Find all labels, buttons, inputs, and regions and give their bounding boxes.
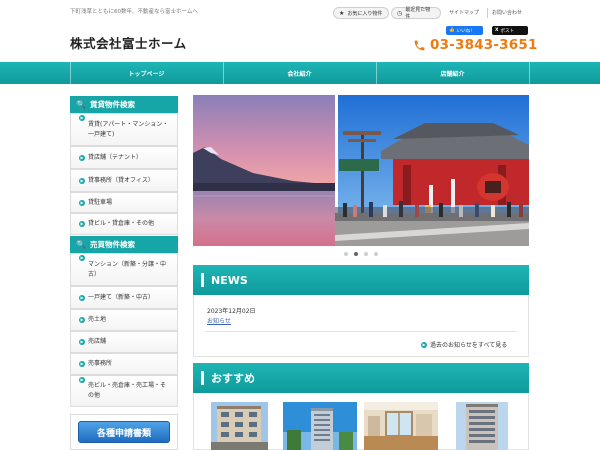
property-photo xyxy=(283,402,357,450)
sidebar-item-label: 売店舗 xyxy=(88,338,107,345)
slider-dot[interactable] xyxy=(364,252,368,256)
facebook-like-label: いいね！ xyxy=(456,28,475,34)
slider-dot[interactable] xyxy=(344,252,348,256)
sidebar-item-label: 貸ビル・貸倉庫・その他 xyxy=(88,220,155,227)
phone-number[interactable]: 03-3843-3651 xyxy=(413,37,538,53)
nav-item-label: 会社紹介 xyxy=(287,70,312,78)
x-post-label: ポスト xyxy=(500,28,514,34)
nav-item-label: トップページ xyxy=(128,70,165,78)
chevron-right-icon: ▶ xyxy=(79,177,85,184)
search-icon: 🔍 xyxy=(76,240,86,249)
site-title-logo[interactable]: 株式会社富士ホーム xyxy=(70,33,187,52)
x-logo-icon: X xyxy=(495,28,499,33)
hero-slider[interactable] xyxy=(193,95,529,246)
global-nav: トップページ 会社紹介 店舗紹介 xyxy=(0,62,600,84)
nav-item-company[interactable]: 会社紹介 xyxy=(223,62,376,84)
facebook-like-button[interactable]: 👍 いいね！ xyxy=(446,26,483,35)
news-date: 2023年12月02日 xyxy=(207,308,256,315)
search-icon: 🔍 xyxy=(76,100,86,109)
chevron-right-icon: ▶ xyxy=(79,361,85,367)
chevron-right-icon: ▶ xyxy=(79,221,85,227)
news-divider xyxy=(205,331,517,332)
chevron-right-icon: ▶ xyxy=(79,255,85,261)
property-photo xyxy=(211,402,268,450)
sidebar-item-label: 賃貸(アパート・マンション・一戸建て) xyxy=(88,120,169,138)
slider-dot[interactable] xyxy=(374,252,378,256)
contact-link[interactable]: お問い合わせ xyxy=(492,9,522,16)
favorites-button[interactable]: ★ お気に入り物件 xyxy=(333,7,389,19)
recommend-heading-label: おすすめ xyxy=(211,372,255,385)
sidebar-item-label: 貸店舗（テナント） xyxy=(88,153,143,161)
property-thumbnail[interactable] xyxy=(456,402,508,450)
sidebar-item-sale-land[interactable]: ▶ 売土地 xyxy=(70,309,178,331)
property-photo xyxy=(364,402,438,450)
clock-history-icon: ◷ xyxy=(397,9,403,17)
sidebar-item-sale-shop[interactable]: ▶ 売店舗 xyxy=(70,331,178,353)
application-forms-banner-label: 各種申請書類 xyxy=(96,428,151,439)
nav-item-stores[interactable]: 店舗紹介 xyxy=(376,62,529,84)
property-thumbnail[interactable] xyxy=(364,402,438,450)
sale-search-heading-label: 売買物件検索 xyxy=(89,240,135,249)
header-separator xyxy=(487,8,488,18)
sidebar-item-sale-office[interactable]: ▶ 売事務所 xyxy=(70,353,178,375)
recommend-heading: おすすめ xyxy=(193,363,529,393)
phone-number-text: 03-3843-3651 xyxy=(430,37,538,53)
sidebar-item-rent-residence[interactable]: ▶ 賃貸(アパート・マンション・一戸建て) xyxy=(70,113,178,146)
sitemap-link[interactable]: サイトマップ xyxy=(449,9,479,16)
property-thumbnail[interactable] xyxy=(283,402,357,450)
chevron-right-icon: ▶ xyxy=(79,377,85,383)
sidebar-item-rent-office[interactable]: ▶ 貸事務所（貸オフィス） xyxy=(70,169,178,192)
site-tagline: 下町浅草とともに60数年、不動産なら富士ホームへ xyxy=(70,9,198,15)
rent-search-heading-label: 賃貸物件検索 xyxy=(89,100,135,109)
hero-slider-image xyxy=(193,95,529,246)
chevron-right-icon: ▶ xyxy=(79,339,85,345)
slider-pagination xyxy=(193,252,529,260)
slider-dot-active[interactable] xyxy=(354,252,358,256)
sale-search-heading: 🔍 売買物件検索 xyxy=(70,236,178,253)
star-icon: ★ xyxy=(339,9,345,17)
x-post-button[interactable]: X ポスト xyxy=(492,26,528,35)
recent-label: 最近見た物件 xyxy=(405,7,431,20)
news-title-link[interactable]: お知らせ xyxy=(207,316,231,325)
sidebar-item-rent-shop[interactable]: ▶ 貸店舗（テナント） xyxy=(70,146,178,169)
favorites-label: お気に入り物件 xyxy=(347,10,383,17)
sidebar-item-label: 売土地 xyxy=(88,316,107,323)
nav-item-label: 店舗紹介 xyxy=(440,70,465,78)
sidebar-item-sale-house[interactable]: ▶ 一戸建て（新築・中古） xyxy=(70,286,178,309)
news-heading: NEWS xyxy=(193,265,529,295)
application-forms-banner[interactable]: 各種申請書類 xyxy=(78,421,170,443)
sidebar-item-sale-building[interactable]: ▶ 売ビル・売倉庫・売工場・その他 xyxy=(70,375,178,407)
property-thumbnail[interactable] xyxy=(211,402,268,450)
sidebar-item-label: 貸事務所（貸オフィス） xyxy=(88,176,154,184)
news-heading-label: NEWS xyxy=(211,273,248,287)
phone-icon xyxy=(414,40,425,50)
news-archive-label: 過去のお知らせをすべて見る xyxy=(430,342,508,349)
nav-divider xyxy=(529,62,530,84)
sidebar-item-rent-parking[interactable]: ▶ 貸駐車場 xyxy=(70,192,178,213)
news-archive-link[interactable]: ▶ 過去のお知らせをすべて見る xyxy=(421,340,507,349)
sidebar-item-label: 貸駐車場 xyxy=(88,198,113,206)
sidebar-item-label: 売事務所 xyxy=(88,360,113,367)
sidebar-item-label: マンション（新築・分譲・中古） xyxy=(88,260,167,278)
sidebar-item-label: 一戸建て（新築・中古） xyxy=(88,293,155,301)
thumbs-up-icon: 👍 xyxy=(449,28,455,33)
sidebar-item-label: 売ビル・売倉庫・売工場・その他 xyxy=(88,382,167,399)
chevron-right-icon: ▶ xyxy=(79,115,85,121)
chevron-right-icon: ▶ xyxy=(79,317,85,323)
nav-item-top[interactable]: トップページ xyxy=(70,62,223,84)
rent-search-heading: 🔍 賃貸物件検索 xyxy=(70,96,178,113)
chevron-right-icon: ▶ xyxy=(421,341,427,348)
chevron-right-icon: ▶ xyxy=(79,294,85,301)
sidebar-item-sale-mansion[interactable]: ▶ マンション（新築・分譲・中古） xyxy=(70,253,178,286)
property-photo xyxy=(456,402,508,450)
sidebar-item-rent-building[interactable]: ▶ 貸ビル・貸倉庫・その他 xyxy=(70,213,178,235)
recent-viewed-button[interactable]: ◷ 最近見た物件 xyxy=(391,7,441,20)
chevron-right-icon: ▶ xyxy=(79,199,85,206)
chevron-right-icon: ▶ xyxy=(79,154,85,161)
